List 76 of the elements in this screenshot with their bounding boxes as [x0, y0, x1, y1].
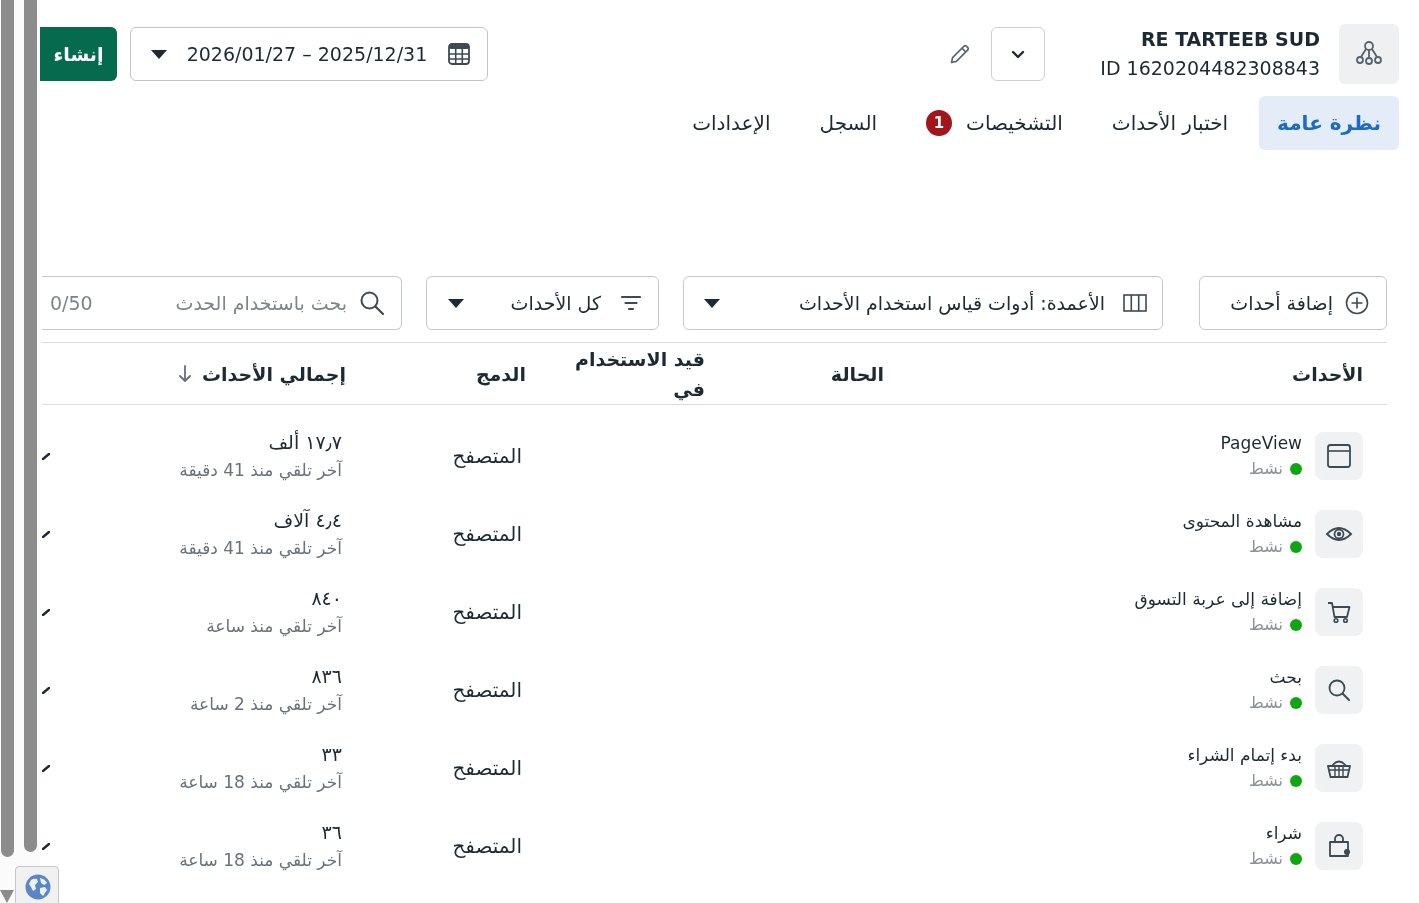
- shopping-cart-icon: [1315, 588, 1363, 636]
- integration-label: المتصفح: [452, 600, 522, 624]
- triangle-down-icon[interactable]: [0, 889, 14, 903]
- last-received-text: آخر تلقي منذ ساعة: [205, 615, 342, 639]
- slash-mark-icon: [42, 530, 50, 538]
- scrollbar[interactable]: [24, 0, 37, 852]
- column-header: إجمالي الأحداث: [202, 361, 346, 388]
- integration-label: المتصفح: [452, 834, 522, 858]
- integration-label: المتصفح: [452, 522, 522, 546]
- calendar-icon: [447, 42, 471, 66]
- date-range-button[interactable]: 2026/01/27 – 2025/12/31: [130, 27, 488, 81]
- character-counter: 0/50: [50, 291, 93, 315]
- slash-mark-icon: [42, 842, 50, 850]
- count-badge: 1: [926, 110, 953, 136]
- status-label: نشط: [1249, 770, 1283, 792]
- event-count: ٣٦: [320, 820, 342, 845]
- status-label: نشط: [1249, 458, 1283, 480]
- basket-icon: [1315, 744, 1363, 792]
- account-name: RE TARTEEB SUD: [1139, 27, 1320, 52]
- columns-icon: [1123, 294, 1147, 312]
- event-name: بدء إتمام الشراء: [1187, 744, 1302, 767]
- eye-icon: [1315, 510, 1363, 558]
- integration-label: المتصفح: [452, 678, 522, 702]
- tab[interactable]: السجل: [801, 96, 896, 150]
- plus-circle-icon: [1345, 291, 1369, 315]
- column-header: الحالة: [830, 361, 884, 387]
- last-received-text: آخر تلقي منذ 41 دقيقة: [178, 459, 342, 483]
- status-label: نشط: [1249, 536, 1283, 558]
- search-icon: [1315, 666, 1363, 714]
- event-count: ٨٣٦: [310, 664, 342, 689]
- caret-down-icon: [704, 298, 720, 308]
- event-name: إضافة إلى عربة التسوق: [1134, 588, 1302, 611]
- last-received-text: آخر تلقي منذ 41 دقيقة: [178, 537, 342, 561]
- globe-icon: [25, 874, 51, 900]
- filter-dropdown[interactable]: كل الأحداث: [426, 276, 659, 330]
- integration-label: المتصفح: [452, 756, 522, 780]
- filter-icon: [621, 295, 641, 311]
- account-id: ID 1620204482308843: [1100, 56, 1320, 81]
- browser-window-icon: [1315, 432, 1363, 480]
- tab[interactable]: نظرة عامة: [1259, 96, 1399, 150]
- event-count: ١٧٫٧ ألف: [267, 429, 342, 455]
- chevron-down-icon: [1011, 49, 1026, 59]
- event-name: مشاهدة المحتوى: [1182, 510, 1302, 533]
- column-header: الأحداث: [1292, 361, 1363, 387]
- create-button[interactable]: إنشاء: [40, 27, 117, 81]
- status-label: نشط: [1249, 614, 1283, 636]
- event-count: ٨٤٠: [310, 586, 342, 611]
- arrow-down-icon[interactable]: [178, 364, 192, 383]
- slash-mark-icon: [42, 686, 50, 694]
- event-count: ٤٫٤ آلاف: [272, 508, 342, 533]
- add-events-button[interactable]: إضافة أحداث: [1199, 276, 1387, 330]
- event-name: شراء: [1264, 822, 1302, 845]
- globe-button[interactable]: [15, 866, 59, 903]
- slash-mark-icon: [42, 764, 50, 772]
- caret-down-icon: [448, 298, 464, 308]
- caret-down-icon: [151, 49, 167, 59]
- event-name: بحث: [1268, 666, 1302, 689]
- tab[interactable]: الإعدادات: [674, 96, 789, 150]
- last-received-text: آخر تلقي منذ 18 ساعة: [178, 771, 342, 795]
- last-received-text: آخر تلقي منذ 18 ساعة: [178, 849, 342, 873]
- slash-mark-icon: [42, 608, 50, 616]
- integration-label: المتصفح: [452, 444, 522, 468]
- search-icon: [359, 290, 385, 316]
- status-label: نشط: [1249, 848, 1283, 870]
- network-nodes-icon: [1339, 24, 1399, 84]
- columns-dropdown[interactable]: الأعمدة: أدوات قياس استخدام الأحداث: [683, 276, 1163, 330]
- slash-mark-icon: [42, 452, 50, 460]
- event-count: ٣٣: [320, 742, 342, 767]
- column-header: قيد الاستخدام في: [574, 346, 705, 403]
- last-received-text: آخر تلقي منذ 2 ساعة: [188, 693, 342, 717]
- tab[interactable]: اختبار الأحداث: [1093, 96, 1247, 150]
- column-header: الدمج: [475, 361, 526, 388]
- status-label: نشط: [1249, 692, 1283, 714]
- event-name: PageView: [1220, 432, 1302, 455]
- scrollbar[interactable]: [1, 0, 14, 857]
- shopping-bag-icon: [1315, 822, 1363, 870]
